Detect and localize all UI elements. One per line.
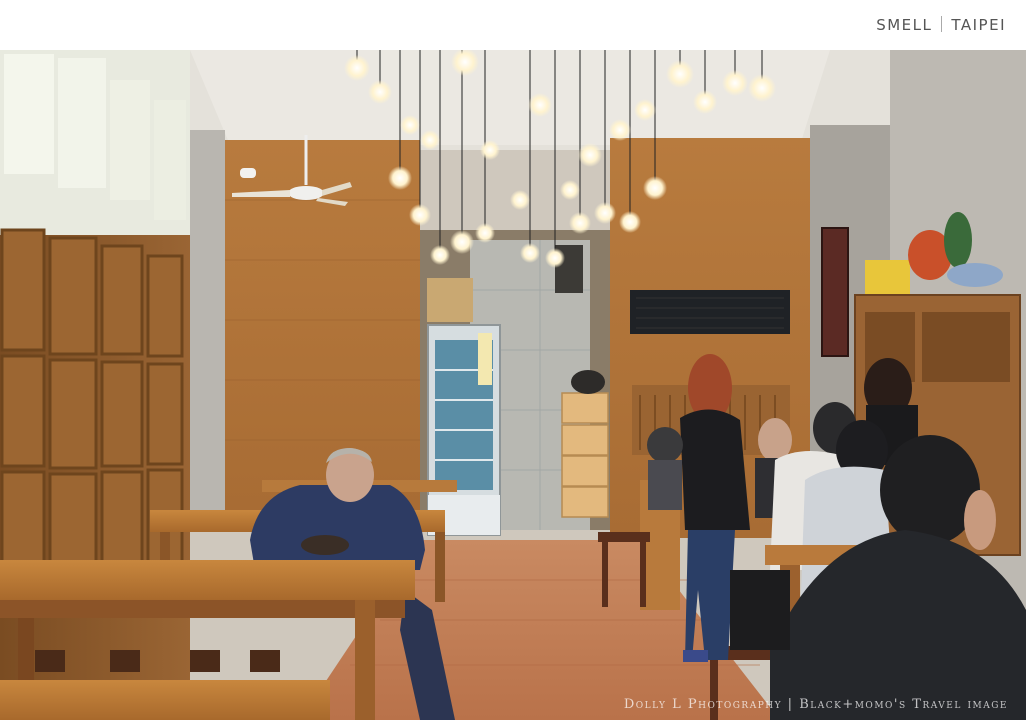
wall-painting [821, 227, 849, 357]
ac-vent [630, 290, 790, 334]
frosted-windows [0, 50, 190, 235]
cardboard-boxes [561, 392, 609, 518]
photo-watermark: Dolly L Photography | Black+momo's Trave… [623, 697, 1008, 712]
pillar-left [190, 130, 225, 510]
header-divider [941, 16, 943, 32]
helmet [571, 370, 605, 394]
header-title: SMELL TAIPEI [876, 16, 1006, 34]
security-camera-icon [240, 168, 256, 178]
photo-illustration [0, 50, 1026, 720]
header-title-left: SMELL [876, 16, 933, 34]
header-bar: SMELL TAIPEI [0, 0, 1026, 50]
restaurant-photo: Dolly L Photography | Black+momo's Trave… [0, 50, 1026, 720]
header-title-right: TAIPEI [951, 16, 1006, 34]
